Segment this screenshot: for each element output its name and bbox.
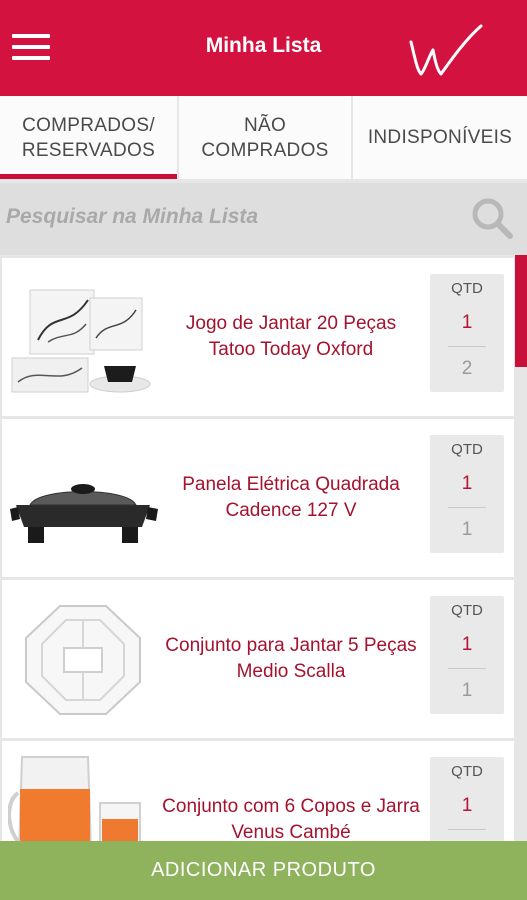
quantity-box: QTD 1 1 xyxy=(430,596,504,714)
product-image-serving-tray xyxy=(25,605,141,715)
quantity-divider xyxy=(448,507,486,508)
scrollbar-thumb[interactable] xyxy=(515,255,527,367)
product-name[interactable]: Conjunto com 6 Copos e Jarra Venus Cambé xyxy=(162,741,420,841)
quantity-bought: 1 xyxy=(461,680,473,701)
quantity-divider xyxy=(448,829,486,830)
quantity-box: QTD 1 2 xyxy=(430,274,504,392)
product-image-dinner-set xyxy=(11,289,151,393)
product-name[interactable]: Conjunto para Jantar 5 Peças Medio Scall… xyxy=(162,580,420,738)
list-item[interactable]: Conjunto para Jantar 5 Peças Medio Scall… xyxy=(2,580,514,738)
quantity-wanted[interactable]: 1 xyxy=(430,473,504,495)
brand-logo-icon xyxy=(409,24,483,76)
quantity-label: QTD xyxy=(451,602,483,619)
product-name[interactable]: Panela Elétrica Quadrada Cadence 127 V xyxy=(162,419,420,577)
quantity-label: QTD xyxy=(451,441,483,458)
quantity-divider xyxy=(448,346,486,347)
product-name[interactable]: Jogo de Jantar 20 Peças Tatoo Today Oxfo… xyxy=(162,258,420,416)
quantity-divider xyxy=(448,668,486,669)
product-list[interactable]: Jogo de Jantar 20 Peças Tatoo Today Oxfo… xyxy=(0,255,527,841)
quantity-wanted[interactable]: 1 xyxy=(430,634,504,656)
search-bar xyxy=(0,183,527,255)
product-image-glasses-jar xyxy=(8,756,141,841)
quantity-wanted[interactable]: 1 xyxy=(430,312,504,334)
quantity-bought: 1 xyxy=(461,519,473,540)
tab-comprados-reservados[interactable]: COMPRADOS/ RESERVADOS xyxy=(0,96,177,179)
list-item[interactable]: Jogo de Jantar 20 Peças Tatoo Today Oxfo… xyxy=(2,258,514,416)
list-item[interactable]: Conjunto com 6 Copos e Jarra Venus Cambé… xyxy=(2,741,514,841)
product-image-electric-pan xyxy=(10,484,158,543)
tab-bar: COMPRADOS/ RESERVADOS NÃO COMPRADOS INDI… xyxy=(0,96,527,179)
quantity-box: QTD 1 xyxy=(430,757,504,841)
search-input[interactable] xyxy=(6,197,456,237)
add-product-button[interactable]: ADICIONAR PRODUTO xyxy=(0,841,527,900)
search-icon[interactable] xyxy=(470,196,514,240)
app-bar: Minha Lista xyxy=(0,0,527,96)
tab-indisponiveis[interactable]: INDISPONÍVEIS xyxy=(353,96,527,179)
quantity-label: QTD xyxy=(451,280,483,297)
quantity-bought: 2 xyxy=(461,358,473,379)
quantity-wanted[interactable]: 1 xyxy=(430,795,504,817)
quantity-label: QTD xyxy=(451,763,483,780)
quantity-box: QTD 1 1 xyxy=(430,435,504,553)
list-item[interactable]: Panela Elétrica Quadrada Cadence 127 V Q… xyxy=(2,419,514,577)
tab-nao-comprados[interactable]: NÃO COMPRADOS xyxy=(179,96,351,179)
